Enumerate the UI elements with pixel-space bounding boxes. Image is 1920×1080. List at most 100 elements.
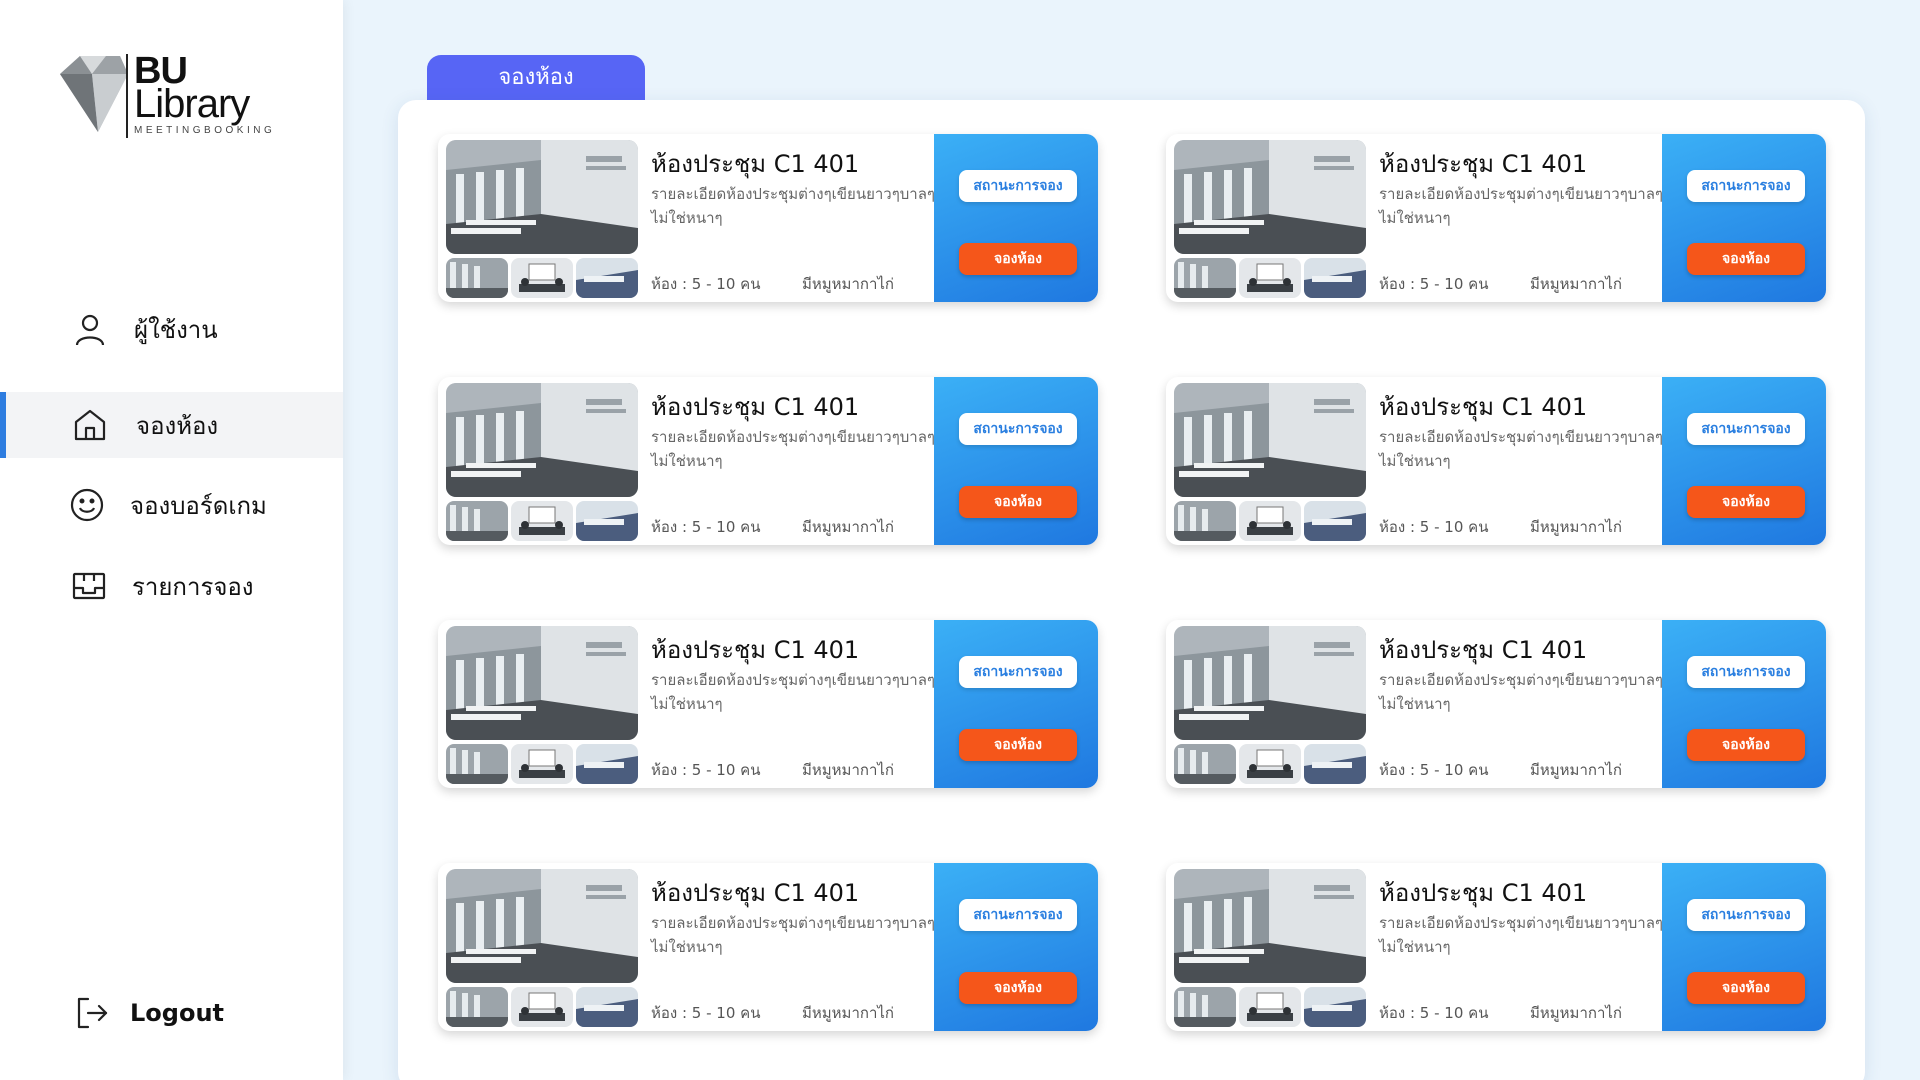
room-thumbnail[interactable]: [511, 501, 573, 541]
room-thumbnail[interactable]: [576, 258, 638, 298]
room-thumbnail[interactable]: [1174, 744, 1236, 784]
room-title: ห้องประชุม C1 401: [651, 393, 860, 421]
booking-status-button[interactable]: สถานะการจอง: [1687, 899, 1805, 931]
room-card: ห้องประชุม C1 401 รายละเอียดห้องประชุมต่…: [1166, 863, 1826, 1031]
booking-status-button[interactable]: สถานะการจอง: [959, 170, 1077, 202]
room-thumbnail[interactable]: [1174, 987, 1236, 1027]
room-action-panel: สถานะการจอง จองห้อง: [1662, 377, 1826, 545]
room-photo[interactable]: [1174, 140, 1366, 254]
logo[interactable]: BU Library MEETINGBOOKING: [58, 44, 298, 144]
room-description: รายละเอียดห้องประชุมต่างๆเขียนยาวๆบาลๆไม…: [651, 914, 935, 956]
room-action-panel: สถานะการจอง จองห้อง: [934, 863, 1098, 1031]
room-thumbnail[interactable]: [1304, 744, 1366, 784]
logo-text: BU Library MEETINGBOOKING: [126, 52, 276, 138]
room-photo[interactable]: [446, 383, 638, 497]
room-action-panel: สถานะการจอง จองห้อง: [934, 134, 1098, 302]
room-photo[interactable]: [446, 869, 638, 983]
room-thumbnail[interactable]: [446, 258, 508, 298]
room-photo[interactable]: [446, 140, 638, 254]
home-icon: [74, 409, 106, 441]
room-title: ห้องประชุม C1 401: [1379, 879, 1588, 907]
room-thumbnail[interactable]: [1239, 501, 1301, 541]
room-description: รายละเอียดห้องประชุมต่างๆเขียนยาวๆบาลๆไม…: [1379, 428, 1663, 470]
room-thumbnail[interactable]: [1304, 258, 1366, 298]
room-card: ห้องประชุม C1 401 รายละเอียดห้องประชุมต่…: [438, 134, 1098, 302]
room-amenity: มีหมูหมากาไก่: [1530, 275, 1622, 293]
room-card: ห้องประชุม C1 401 รายละเอียดห้องประชุมต่…: [438, 377, 1098, 545]
room-capacity: ห้อง : 5 - 10 คน: [651, 275, 761, 293]
book-room-button[interactable]: จองห้อง: [1687, 243, 1805, 275]
sidebar-item-label: รายการจอง: [132, 572, 254, 601]
room-amenity: มีหมูหมากาไก่: [802, 275, 894, 293]
room-action-panel: สถานะการจอง จองห้อง: [934, 377, 1098, 545]
room-card: ห้องประชุม C1 401 รายละเอียดห้องประชุมต่…: [1166, 134, 1826, 302]
room-thumbnail[interactable]: [1304, 501, 1366, 541]
sidebar-item-bookings[interactable]: รายการจอง: [0, 553, 343, 619]
book-room-button[interactable]: จองห้อง: [959, 972, 1077, 1004]
room-amenity: มีหมูหมากาไก่: [1530, 761, 1622, 779]
book-room-button[interactable]: จองห้อง: [1687, 972, 1805, 1004]
room-description: รายละเอียดห้องประชุมต่างๆเขียนยาวๆบาลๆไม…: [651, 185, 935, 227]
room-amenity: มีหมูหมากาไก่: [802, 761, 894, 779]
room-photo[interactable]: [446, 626, 638, 740]
room-photo[interactable]: [1174, 626, 1366, 740]
logo-tagline: MEETINGBOOKING: [134, 125, 276, 136]
book-room-button[interactable]: จองห้อง: [959, 243, 1077, 275]
booking-status-button[interactable]: สถานะการจอง: [1687, 656, 1805, 688]
booking-status-button[interactable]: สถานะการจอง: [959, 899, 1077, 931]
logo-divider: [126, 54, 128, 138]
room-capacity: ห้อง : 5 - 10 คน: [1379, 275, 1489, 293]
room-amenity: มีหมูหมากาไก่: [802, 1004, 894, 1022]
logo-library: Library: [134, 82, 250, 126]
logout-button[interactable]: Logout: [0, 980, 343, 1046]
book-room-button[interactable]: จองห้อง: [959, 486, 1077, 518]
room-thumbnail[interactable]: [1239, 744, 1301, 784]
room-thumbnail[interactable]: [511, 258, 573, 298]
room-title: ห้องประชุม C1 401: [651, 636, 860, 664]
room-description: รายละเอียดห้องประชุมต่างๆเขียนยาวๆบาลๆไม…: [1379, 185, 1663, 227]
room-thumbnail[interactable]: [576, 987, 638, 1027]
room-thumbnail[interactable]: [511, 744, 573, 784]
sidebar-item-book-room[interactable]: จองห้อง: [0, 392, 343, 458]
room-title: ห้องประชุม C1 401: [651, 879, 860, 907]
room-thumbnail[interactable]: [1304, 987, 1366, 1027]
room-card: ห้องประชุม C1 401 รายละเอียดห้องประชุมต่…: [438, 620, 1098, 788]
diamond-logo-icon: [60, 56, 128, 132]
room-thumbnail[interactable]: [511, 987, 573, 1027]
room-capacity: ห้อง : 5 - 10 คน: [651, 1004, 761, 1022]
sidebar-item-book-boardgame[interactable]: จองบอร์ดเกม: [0, 472, 343, 538]
room-thumbnail[interactable]: [446, 501, 508, 541]
room-thumbnail[interactable]: [1174, 258, 1236, 298]
sidebar-item-label: จองห้อง: [136, 411, 219, 440]
booking-status-button[interactable]: สถานะการจอง: [1687, 413, 1805, 445]
room-thumbnail[interactable]: [446, 744, 508, 784]
room-action-panel: สถานะการจอง จองห้อง: [934, 620, 1098, 788]
room-thumbnail[interactable]: [1174, 501, 1236, 541]
room-card: ห้องประชุม C1 401 รายละเอียดห้องประชุมต่…: [1166, 377, 1826, 545]
book-room-button[interactable]: จองห้อง: [1687, 486, 1805, 518]
room-title: ห้องประชุม C1 401: [1379, 393, 1588, 421]
room-capacity: ห้อง : 5 - 10 คน: [1379, 1004, 1489, 1022]
room-description: รายละเอียดห้องประชุมต่างๆเขียนยาวๆบาลๆไม…: [651, 671, 935, 713]
booking-status-button[interactable]: สถานะการจอง: [959, 413, 1077, 445]
room-thumbnail[interactable]: [1239, 987, 1301, 1027]
room-thumbnail[interactable]: [576, 501, 638, 541]
room-photo[interactable]: [1174, 383, 1366, 497]
room-title: ห้องประชุม C1 401: [1379, 150, 1588, 178]
room-photo[interactable]: [1174, 869, 1366, 983]
booking-status-button[interactable]: สถานะการจอง: [959, 656, 1077, 688]
book-room-button[interactable]: จองห้อง: [1687, 729, 1805, 761]
sidebar-item-users[interactable]: ผู้ใช้งาน: [0, 296, 343, 362]
room-description: รายละเอียดห้องประชุมต่างๆเขียนยาวๆบาลๆไม…: [1379, 914, 1663, 956]
room-action-panel: สถานะการจอง จองห้อง: [1662, 863, 1826, 1031]
room-title: ห้องประชุม C1 401: [1379, 636, 1588, 664]
sidebar-item-label: ผู้ใช้งาน: [134, 315, 218, 344]
room-thumbnail[interactable]: [576, 744, 638, 784]
logout-label: Logout: [130, 999, 225, 1027]
room-thumbnail[interactable]: [446, 987, 508, 1027]
room-amenity: มีหมูหมากาไก่: [1530, 1004, 1622, 1022]
room-thumbnail[interactable]: [1239, 258, 1301, 298]
sidebar-item-label: จองบอร์ดเกม: [130, 491, 267, 520]
book-room-button[interactable]: จองห้อง: [959, 729, 1077, 761]
booking-status-button[interactable]: สถานะการจอง: [1687, 170, 1805, 202]
